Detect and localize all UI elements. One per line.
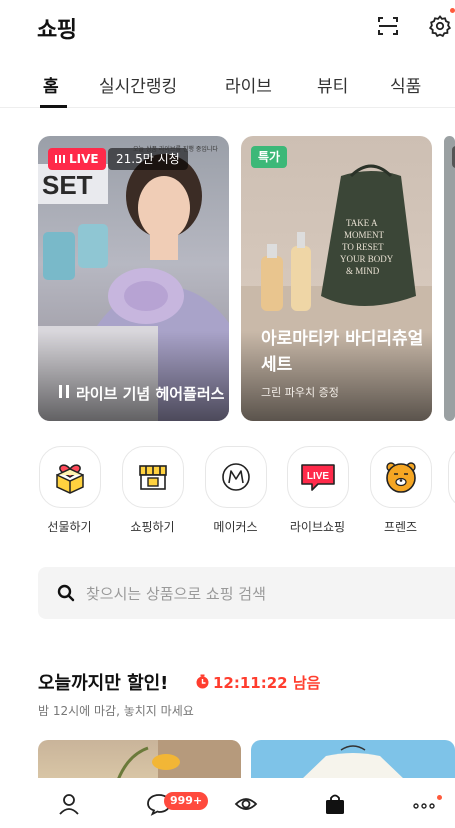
gift-box-icon — [55, 464, 84, 494]
live-badge: LIVE — [48, 148, 106, 170]
live-badge-label: LIVE — [69, 152, 99, 166]
view-eye-icon[interactable] — [233, 792, 259, 816]
more-notification-dot — [437, 795, 442, 800]
shopping-bag-icon[interactable] — [322, 792, 348, 816]
category-shopping[interactable]: 쇼핑하기 — [120, 446, 185, 535]
more-icon[interactable] — [411, 792, 437, 816]
header: 쇼핑 — [0, 0, 455, 55]
category-icon-box — [204, 446, 267, 508]
store-icon — [138, 465, 167, 490]
makers-m-icon — [221, 463, 250, 491]
deal-card-title: 아로마티카 바디리츄얼 세트 — [261, 329, 424, 375]
search-icon — [57, 584, 75, 602]
product-thumbnail — [116, 740, 241, 780]
tab-realtime-ranking[interactable]: 실시간랭킹 — [99, 72, 177, 97]
live-shopping-icon: LIVE — [300, 464, 335, 491]
sale-section-title: 오늘까지만 할인! — [38, 673, 169, 694]
tab-live[interactable]: 라이브 — [225, 72, 272, 97]
category-live-shopping[interactable]: LIVE 라이브쇼핑 — [285, 446, 350, 535]
sale-product-card[interactable] — [38, 740, 241, 780]
profile-icon[interactable] — [56, 792, 82, 816]
category-friends[interactable]: 프렌즈 — [368, 446, 433, 535]
category-icon-box: LIVE — [286, 446, 349, 508]
bottom-navigation: 999+ — [0, 778, 455, 828]
category-next-peek[interactable] — [448, 446, 455, 508]
category-tabs: 홈 실시간랭킹 라이브 뷰티 식품 — [0, 62, 455, 108]
category-icon-box — [38, 446, 101, 508]
category-icon-box — [121, 446, 184, 508]
svg-text:& MIND: & MIND — [346, 266, 380, 276]
live-bars-icon — [55, 155, 65, 163]
product-thumbnail — [301, 745, 405, 780]
friends-character-icon — [385, 462, 416, 493]
card-gradient — [38, 331, 229, 421]
category-gift[interactable]: 선물하기 — [37, 446, 102, 535]
active-tab-indicator — [40, 105, 67, 108]
svg-text:TO RESET: TO RESET — [342, 242, 384, 252]
svg-text:YOUR BODY: YOUR BODY — [340, 254, 394, 264]
gear-icon[interactable] — [428, 14, 452, 38]
live-notice: 오늘 상품 라이브를 진행 중입니다 — [133, 146, 218, 153]
timer-icon — [196, 674, 209, 689]
page-title: 쇼핑 — [37, 18, 77, 43]
next-card-peek[interactable] — [444, 136, 455, 421]
chat-count-badge: 999+ — [164, 792, 209, 810]
search-bar[interactable]: 찾으시는 상품으로 쇼핑 검색 — [38, 567, 455, 619]
deal-card-subtitle: 그린 파우치 증정 — [261, 386, 339, 399]
svg-text:LIVE: LIVE — [306, 471, 329, 482]
category-label: 선물하기 — [47, 520, 92, 534]
scan-icon[interactable] — [376, 14, 400, 38]
svg-text:MOMENT: MOMENT — [344, 230, 385, 240]
svg-text:SET: SET — [42, 170, 93, 200]
category-makers[interactable]: 메이커스 — [203, 446, 268, 535]
category-label: 쇼핑하기 — [130, 520, 175, 534]
sale-section-subtitle: 밤 12시에 마감, 놓치지 마세요 — [38, 704, 194, 718]
tab-home[interactable]: 홈 — [43, 72, 59, 97]
tab-beauty[interactable]: 뷰티 — [317, 72, 348, 97]
svg-text:TAKE A: TAKE A — [346, 218, 378, 228]
category-icon-box — [369, 446, 432, 508]
pause-icon[interactable] — [59, 385, 69, 398]
search-placeholder: 찾으시는 상품으로 쇼핑 검색 — [86, 585, 266, 603]
live-broadcast-card[interactable]: SET LIVE 21.5만 시청 오늘 상품 라이브를 진행 중입니다 라이브… — [38, 136, 229, 421]
tab-food[interactable]: 식품 — [390, 72, 421, 97]
notification-dot — [450, 8, 455, 13]
sale-countdown: 12:11:22 남음 — [213, 674, 321, 692]
sale-product-card[interactable] — [251, 740, 455, 780]
category-label: 라이브쇼핑 — [289, 520, 346, 534]
live-card-title: 라이브 기념 헤어플러스 — [76, 385, 225, 403]
deal-card[interactable]: TAKE A MOMENT TO RESET YOUR BODY & MIND … — [241, 136, 432, 421]
deal-badge: 특가 — [251, 146, 288, 168]
category-label: 프렌즈 — [383, 520, 418, 534]
category-label: 메이커스 — [213, 520, 258, 534]
